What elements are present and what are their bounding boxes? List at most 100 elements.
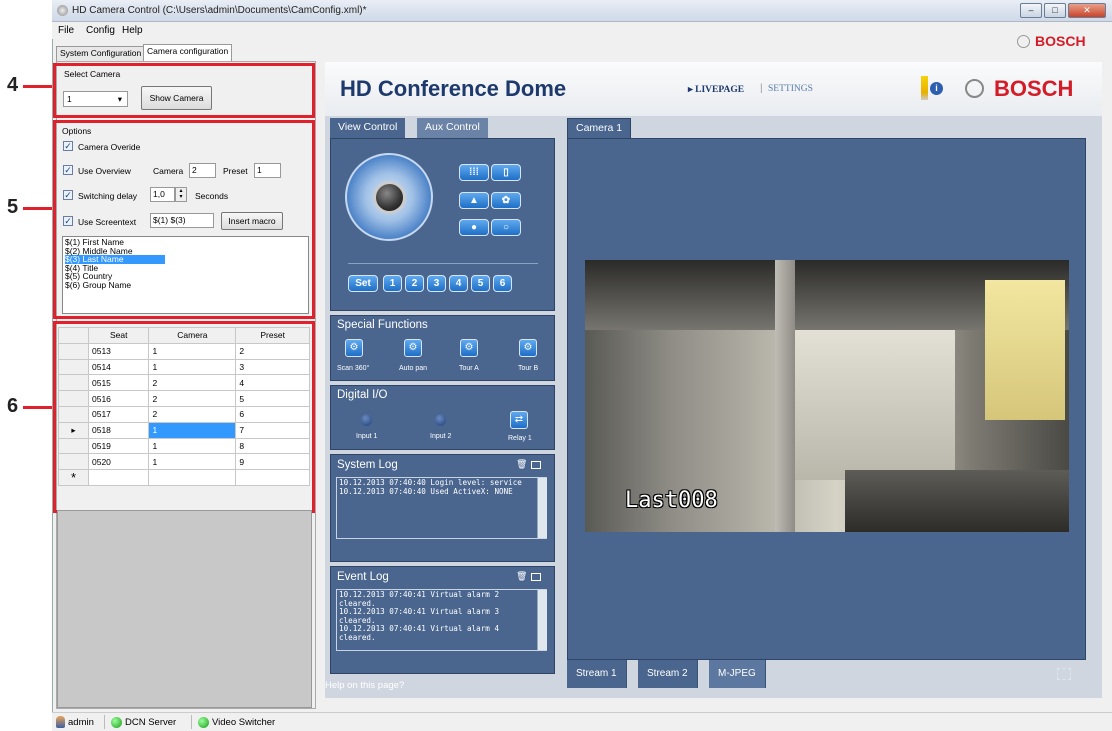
- table-new-row[interactable]: *: [58, 469, 310, 487]
- ptz-center-knob[interactable]: [373, 181, 406, 214]
- screentext-input[interactable]: $(1) $(3): [150, 213, 214, 228]
- row-header[interactable]: [58, 358, 89, 376]
- preset-3-button[interactable]: 3: [427, 275, 446, 292]
- preset-cell[interactable]: 5: [235, 390, 310, 407]
- close-button[interactable]: ✕: [1068, 3, 1106, 18]
- table-row[interactable]: 0513 1 2: [58, 342, 310, 360]
- seat-cell[interactable]: 0516: [87, 390, 150, 407]
- preset-1-button[interactable]: 1: [383, 275, 402, 292]
- camera-cell[interactable]: 1: [148, 453, 237, 471]
- tab-camera-1[interactable]: Camera 1: [567, 118, 632, 138]
- relay-1-button[interactable]: ⇄: [510, 411, 528, 429]
- focus-near-button[interactable]: ✿: [491, 192, 521, 209]
- camera-cell[interactable]: 1: [148, 358, 237, 376]
- trash-icon[interactable]: 🗑: [516, 459, 527, 470]
- table-row-current[interactable]: ▸ 0518 1 7: [58, 421, 310, 439]
- auto-pan-button[interactable]: ⚙: [404, 339, 422, 357]
- menu-config[interactable]: Config: [86, 25, 115, 36]
- preset-cell[interactable]: [235, 469, 310, 487]
- seat-cell[interactable]: [87, 469, 150, 487]
- tab-view-control[interactable]: View Control: [330, 118, 406, 138]
- preset-cell[interactable]: 9: [235, 453, 310, 471]
- seat-cell[interactable]: 0519: [87, 437, 150, 455]
- seat-cell[interactable]: 0517: [87, 405, 150, 423]
- zoom-in-button[interactable]: ⁞⁞⁞: [459, 164, 489, 181]
- video-feed[interactable]: Last008: [585, 260, 1069, 532]
- row-header[interactable]: [58, 342, 89, 360]
- maximize-button[interactable]: □: [1044, 3, 1066, 18]
- tab-mjpeg[interactable]: M-JPEG: [709, 660, 766, 688]
- camera-cell[interactable]: [148, 469, 237, 487]
- iris-close-button[interactable]: ○: [491, 219, 521, 236]
- system-log-scrollbar[interactable]: [537, 478, 547, 538]
- preset-6-button[interactable]: 6: [493, 275, 512, 292]
- preset-cell[interactable]: 4: [235, 374, 310, 392]
- new-row-marker[interactable]: *: [58, 469, 89, 487]
- camera-cell-selected[interactable]: 1: [148, 421, 237, 439]
- column-header-preset[interactable]: Preset: [235, 327, 310, 344]
- row-header[interactable]: [58, 374, 89, 392]
- overview-preset-input[interactable]: 1: [254, 163, 281, 178]
- preset-cell[interactable]: 6: [235, 405, 310, 423]
- system-log-box[interactable]: 10.12.2013 07:40:40 Login level: service…: [336, 477, 547, 539]
- preset-2-button[interactable]: 2: [405, 275, 424, 292]
- macro-item[interactable]: $(6) Group Name: [65, 280, 306, 290]
- camera-cell[interactable]: 2: [148, 374, 237, 392]
- focus-far-button[interactable]: ▲: [459, 192, 489, 209]
- table-row[interactable]: 0516 2 5: [58, 390, 310, 407]
- preset-5-button[interactable]: 5: [471, 275, 490, 292]
- tour-a-button[interactable]: ⚙: [460, 339, 478, 357]
- scan-360-button[interactable]: ⚙: [345, 339, 363, 357]
- use-overview-checkbox[interactable]: ✓: [63, 165, 73, 175]
- camera-select[interactable]: 1 ▾: [63, 91, 128, 107]
- ptz-joystick[interactable]: [345, 153, 433, 241]
- show-camera-button[interactable]: Show Camera: [141, 86, 212, 110]
- event-log-scrollbar[interactable]: [537, 590, 547, 650]
- row-header[interactable]: [58, 390, 89, 407]
- column-header-camera[interactable]: Camera: [148, 327, 237, 344]
- column-header-seat[interactable]: Seat: [87, 327, 150, 344]
- tab-system-configuration[interactable]: System Configuration: [56, 46, 146, 61]
- switching-delay-checkbox[interactable]: ✓: [63, 190, 73, 200]
- camera-cell[interactable]: 1: [148, 342, 237, 360]
- window-icon[interactable]: [531, 573, 541, 581]
- menu-help[interactable]: Help: [122, 25, 143, 36]
- seat-cell[interactable]: 0520: [87, 453, 150, 471]
- camera-cell[interactable]: 2: [148, 390, 237, 407]
- tab-aux-control[interactable]: Aux Control: [417, 118, 488, 138]
- current-row-marker[interactable]: ▸: [58, 421, 89, 439]
- menu-file[interactable]: File: [58, 25, 74, 36]
- table-row[interactable]: 0520 1 9: [58, 453, 310, 471]
- tab-stream-2[interactable]: Stream 2: [638, 660, 698, 688]
- row-header[interactable]: [58, 437, 89, 455]
- tab-stream-1[interactable]: Stream 1: [567, 660, 627, 688]
- seat-cell[interactable]: 0518: [87, 421, 150, 439]
- iris-open-button[interactable]: ●: [459, 219, 489, 236]
- switching-delay-input[interactable]: 1,0: [150, 187, 175, 202]
- macro-list[interactable]: $(1) First Name $(2) Middle Name $(3) La…: [62, 236, 309, 314]
- fullscreen-icon[interactable]: [1057, 668, 1071, 680]
- tour-b-button[interactable]: ⚙: [519, 339, 537, 357]
- camera-cell[interactable]: 2: [148, 405, 237, 423]
- use-screentext-checkbox[interactable]: ✓: [63, 216, 73, 226]
- preset-set-button[interactable]: Set: [348, 275, 378, 292]
- seat-cell[interactable]: 0514: [87, 358, 150, 376]
- table-row[interactable]: 0515 2 4: [58, 374, 310, 392]
- zoom-out-button[interactable]: ▯: [491, 164, 521, 181]
- window-icon[interactable]: [531, 461, 541, 469]
- delay-spinner[interactable]: ▴ ▾: [175, 187, 187, 202]
- camera-cell[interactable]: 1: [148, 437, 237, 455]
- nav-settings[interactable]: SETTINGS: [768, 84, 813, 94]
- row-header[interactable]: [58, 453, 89, 471]
- camera-override-checkbox[interactable]: ✓: [63, 141, 73, 151]
- event-log-box[interactable]: 10.12.2013 07:40:41 Virtual alarm 2 clea…: [336, 589, 547, 651]
- preset-cell[interactable]: 3: [235, 358, 310, 376]
- help-link[interactable]: Help on this page?: [325, 680, 404, 691]
- preset-cell[interactable]: 8: [235, 437, 310, 455]
- tab-camera-configuration[interactable]: Camera configuration: [143, 44, 233, 61]
- seat-cell[interactable]: 0513: [87, 342, 150, 360]
- row-header[interactable]: [58, 405, 89, 423]
- trash-icon[interactable]: 🗑: [516, 571, 527, 582]
- minimize-button[interactable]: –: [1020, 3, 1042, 18]
- preset-cell[interactable]: 2: [235, 342, 310, 360]
